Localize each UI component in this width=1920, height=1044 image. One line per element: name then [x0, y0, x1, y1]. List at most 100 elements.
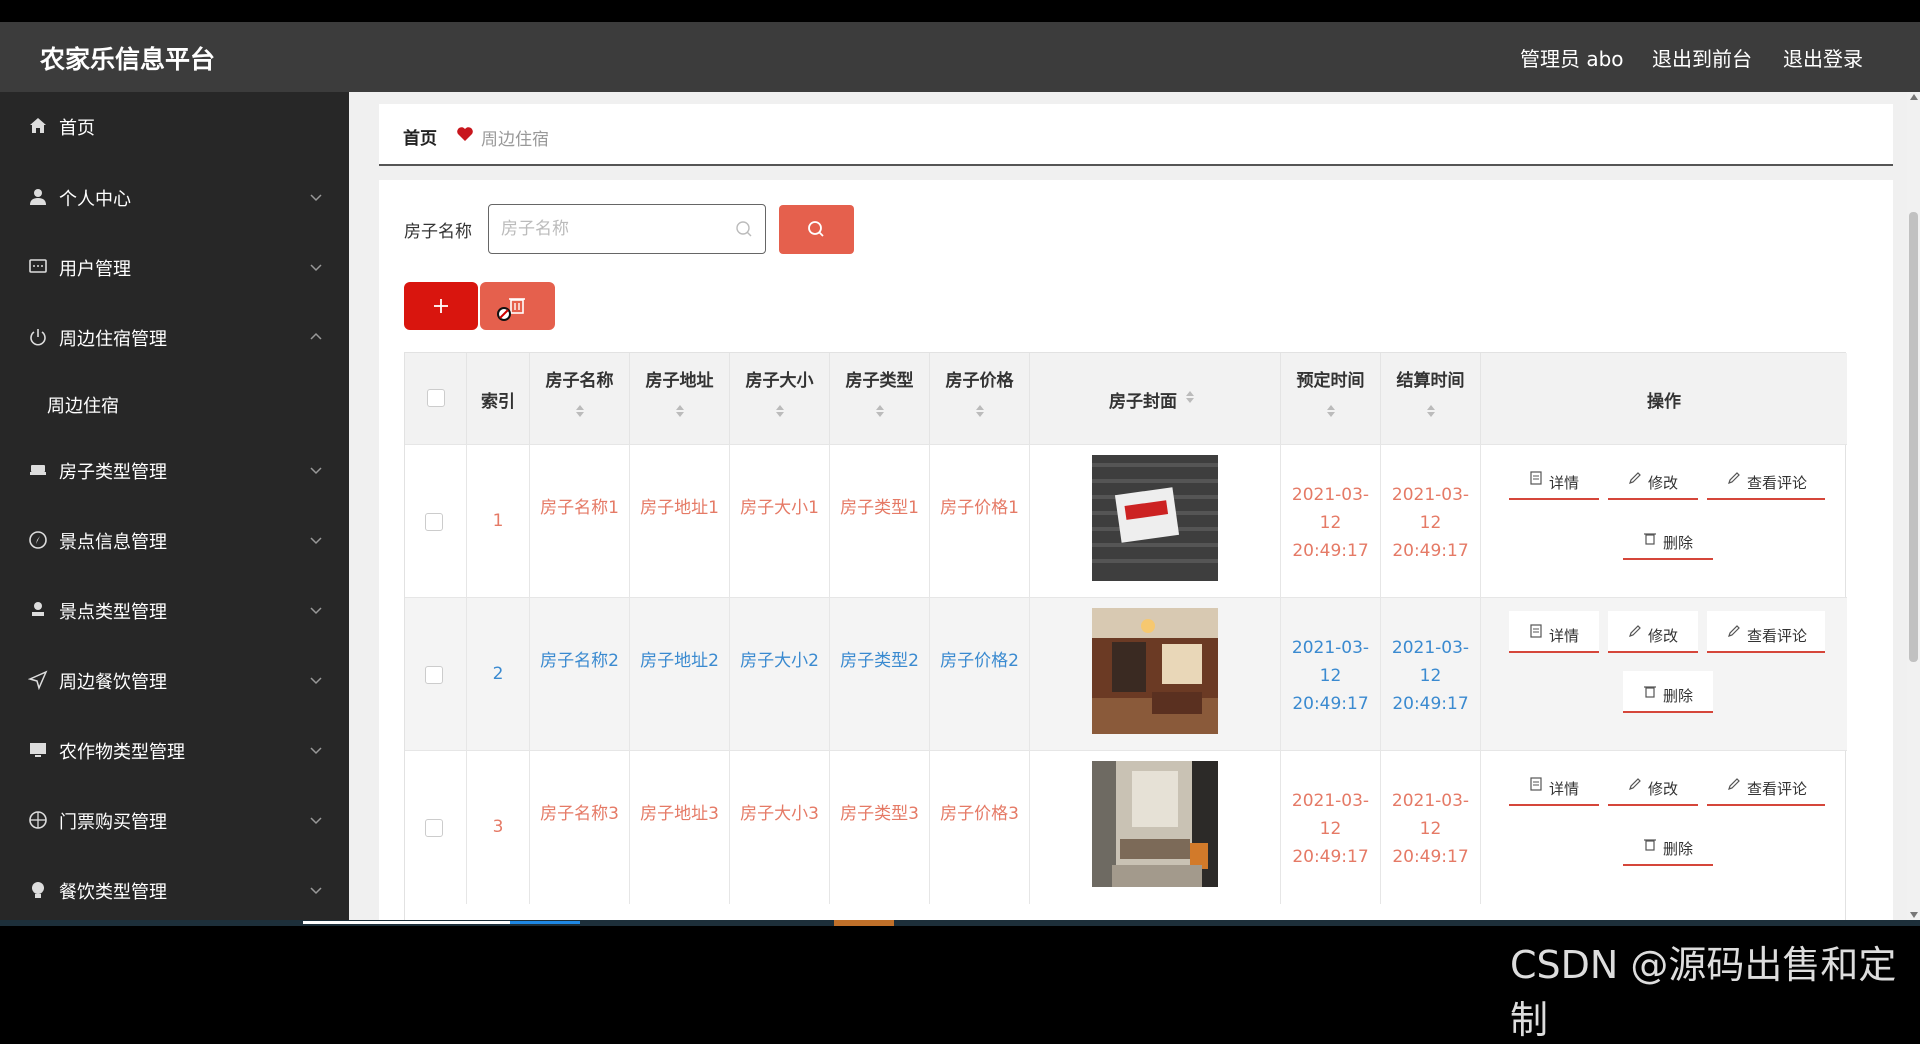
- sidebar-item-label: 用户管理: [59, 259, 131, 280]
- edit-button[interactable]: 修改: [1608, 764, 1698, 806]
- sort-icon[interactable]: [675, 404, 685, 418]
- sidebar-item-label: 景点类型管理: [59, 602, 167, 623]
- button-label: 详情: [1549, 474, 1580, 492]
- sidebar-item-dining-type-management[interactable]: 餐饮类型管理: [0, 861, 349, 920]
- logout-link[interactable]: 退出登录: [1783, 43, 1863, 72]
- power-icon: [30, 329, 46, 346]
- table-header-price[interactable]: 房子价格: [930, 353, 1030, 444]
- house-cover-image: [1092, 455, 1218, 581]
- sidebar-item-crop-type-management[interactable]: 农作物类型管理: [0, 721, 349, 781]
- detail-button[interactable]: 详情: [1509, 458, 1599, 500]
- delete-button[interactable]: 删除: [1623, 518, 1713, 560]
- vertical-scrollbar[interactable]: [1907, 92, 1920, 920]
- row-price: 房子价格3: [940, 804, 1019, 824]
- button-label: 删除: [1663, 840, 1694, 858]
- delete-button[interactable]: 删除: [1623, 824, 1713, 866]
- table-row: 3 房子名称3 房子地址3 房子大小3 房子类型3 房子价格3 2021-03-…: [405, 750, 1847, 904]
- batch-delete-button[interactable]: [480, 282, 555, 330]
- header-label: 房子价格: [945, 371, 1014, 391]
- sidebar-item-personal-center[interactable]: 个人中心: [0, 168, 349, 228]
- chevron-down-icon: [310, 607, 322, 615]
- row-reserve-time: 2021-03-12 20:49:17: [1291, 638, 1370, 714]
- sidebar-item-label: 首页: [59, 118, 95, 139]
- table-header-reserve-time[interactable]: 预定时间: [1281, 353, 1381, 444]
- breadcrumb-home[interactable]: 首页: [403, 124, 437, 149]
- message-icon: [29, 259, 47, 273]
- sidebar-item-scenic-info-management[interactable]: 景点信息管理: [0, 511, 349, 571]
- sort-icon[interactable]: [775, 404, 785, 418]
- table-header-size[interactable]: 房子大小: [730, 353, 830, 444]
- home-icon: [30, 118, 46, 133]
- detail-button[interactable]: 详情: [1509, 611, 1599, 653]
- row-size: 房子大小1: [740, 498, 819, 518]
- search-input[interactable]: [501, 217, 721, 241]
- sidebar-item-lodging[interactable]: 周边住宿: [0, 375, 349, 435]
- house-cover-image: [1092, 608, 1218, 734]
- to-frontend-link[interactable]: 退出到前台: [1652, 43, 1752, 72]
- sort-icon[interactable]: [1185, 390, 1195, 404]
- button-label: 修改: [1648, 780, 1679, 798]
- view-comments-button[interactable]: 查看评论: [1707, 458, 1825, 500]
- sort-icon[interactable]: [1426, 404, 1436, 418]
- sidebar-item-house-type-management[interactable]: 房子类型管理: [0, 441, 349, 501]
- detail-button[interactable]: 详情: [1509, 764, 1599, 806]
- chevron-up-icon: [310, 332, 322, 340]
- add-button[interactable]: [404, 282, 478, 330]
- sidebar-item-scenic-type-management[interactable]: 景点类型管理: [0, 581, 349, 641]
- row-type: 房子类型3: [840, 804, 919, 824]
- sort-icon[interactable]: [975, 404, 985, 418]
- delete-button[interactable]: 删除: [1623, 671, 1713, 713]
- compass-icon: [29, 531, 47, 549]
- table-header-cover[interactable]: 房子封面: [1030, 353, 1281, 444]
- row-index: 3: [492, 817, 504, 837]
- chevron-down-icon: [310, 537, 322, 545]
- sidebar-item-label: 门票购买管理: [59, 812, 167, 833]
- sidebar-item-home[interactable]: 首页: [0, 97, 349, 157]
- scroll-up-arrow-icon[interactable]: [1910, 94, 1918, 100]
- select-all-checkbox[interactable]: [427, 389, 445, 407]
- table-header-name[interactable]: 房子名称: [530, 353, 630, 444]
- edit-icon: [1629, 778, 1641, 790]
- row-name: 房子名称1: [540, 498, 619, 518]
- chevron-down-icon: [310, 194, 322, 202]
- sort-icon[interactable]: [575, 404, 585, 418]
- table-header-type[interactable]: 房子类型: [830, 353, 930, 444]
- header-label: 房子封面: [1109, 392, 1177, 412]
- row-address: 房子地址2: [640, 651, 719, 671]
- search-field: [488, 204, 766, 254]
- progress-buffered: [510, 921, 580, 924]
- send-icon: [28, 670, 48, 690]
- view-comments-button[interactable]: 查看评论: [1707, 764, 1825, 806]
- table-header-settle-time[interactable]: 结算时间: [1381, 353, 1481, 444]
- breadcrumb-current: 周边住宿: [481, 130, 549, 150]
- chevron-down-icon: [310, 677, 322, 685]
- scrollbar-thumb[interactable]: [1909, 212, 1918, 662]
- sidebar-item-dining-management[interactable]: 周边餐饮管理: [0, 651, 349, 711]
- view-comments-button[interactable]: 查看评论: [1707, 611, 1825, 653]
- sort-icon[interactable]: [1326, 404, 1336, 418]
- row-checkbox[interactable]: [425, 666, 443, 684]
- sidebar-item-lodging-management[interactable]: 周边住宿管理: [0, 308, 349, 368]
- row-checkbox[interactable]: [425, 513, 443, 531]
- bed-icon: [30, 465, 46, 475]
- row-type: 房子类型1: [840, 498, 919, 518]
- table-header-actions: 操作: [1481, 353, 1847, 444]
- row-reserve-time: 2021-03-12 20:49:17: [1291, 485, 1370, 561]
- sidebar-item-ticket-management[interactable]: 门票购买管理: [0, 791, 349, 851]
- edit-icon: [1728, 625, 1740, 637]
- bulb-icon: [32, 882, 44, 898]
- document-icon: [1530, 777, 1542, 791]
- scroll-down-arrow-icon[interactable]: [1910, 912, 1918, 918]
- row-size: 房子大小2: [740, 651, 819, 671]
- search-button[interactable]: [779, 205, 854, 254]
- sort-icon[interactable]: [875, 404, 885, 418]
- edit-button[interactable]: 修改: [1608, 458, 1698, 500]
- sidebar-item-user-management[interactable]: 用户管理: [0, 238, 349, 298]
- row-checkbox[interactable]: [425, 819, 443, 837]
- table-header-address[interactable]: 房子地址: [630, 353, 730, 444]
- row-address: 房子地址3: [640, 804, 719, 824]
- chevron-down-icon: [310, 264, 322, 272]
- sidebar-item-label: 房子类型管理: [59, 462, 167, 483]
- edit-button[interactable]: 修改: [1608, 611, 1698, 653]
- progress-played: [303, 921, 510, 924]
